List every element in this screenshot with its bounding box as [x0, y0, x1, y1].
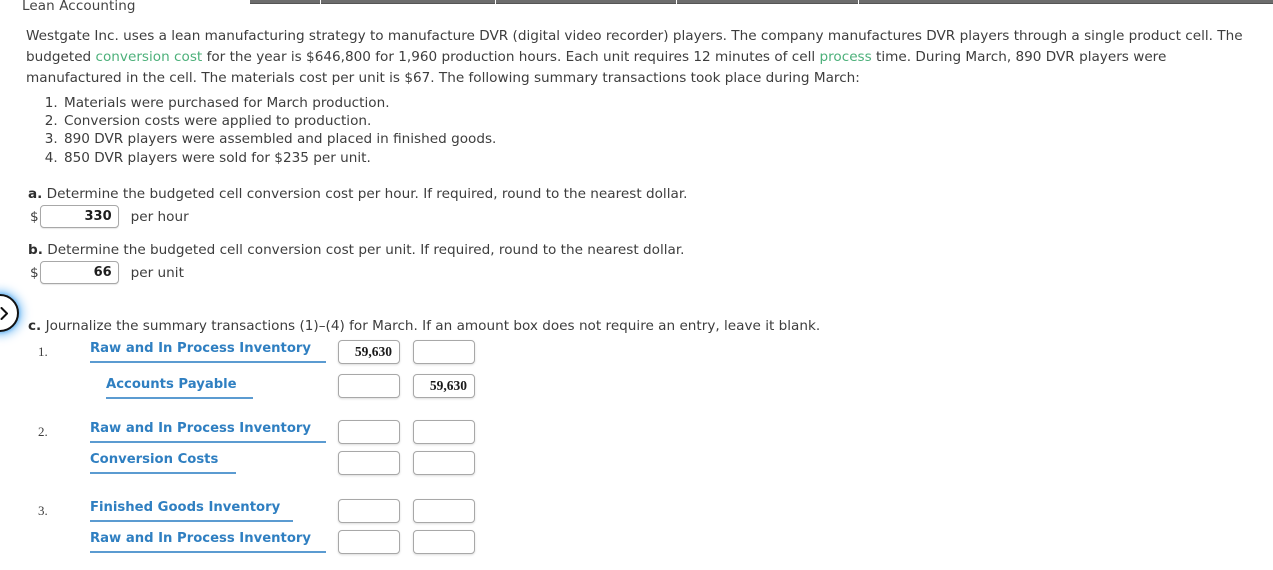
debit-amount-2b[interactable]: [338, 451, 400, 475]
account-select-2a[interactable]: Raw and In Process Inventory: [90, 420, 326, 443]
question-part-b: b. Determine the budgeted cell conversio…: [28, 242, 685, 258]
unit-label-per-unit: per unit: [130, 264, 184, 281]
currency-symbol: $: [30, 208, 39, 225]
part-a-label: a.: [28, 186, 43, 202]
top-tab-strip: [0, 0, 1273, 5]
answer-row-a: $ per hour: [30, 205, 189, 228]
credit-amount-2a[interactable]: [413, 420, 475, 444]
process-link[interactable]: process: [819, 49, 871, 65]
top-tab-separator: [320, 0, 321, 5]
credit-amount-1a[interactable]: [413, 340, 475, 364]
currency-symbol: $: [30, 264, 39, 281]
page-title: Lean Accounting: [22, 0, 136, 14]
list-item: 850 DVR players were sold for $235 per u…: [62, 149, 496, 167]
transaction-list: Materials were purchased for March produ…: [26, 94, 496, 167]
conversion-cost-link[interactable]: conversion cost: [96, 49, 203, 65]
conversion-cost-per-hour-input[interactable]: [39, 205, 119, 228]
table-row: Raw and In Process Inventory: [0, 530, 560, 570]
list-item: Materials were purchased for March produ…: [62, 94, 496, 112]
debit-amount-3a[interactable]: [338, 499, 400, 523]
answer-row-b: $ per unit: [30, 261, 184, 284]
problem-statement: Westgate Inc. uses a lean manufacturing …: [26, 26, 1258, 89]
table-row: Conversion Costs: [0, 451, 560, 499]
part-b-text: Determine the budgeted cell conversion c…: [47, 242, 685, 258]
unit-label-per-hour: per hour: [130, 208, 189, 225]
part-b-label: b.: [28, 242, 43, 258]
table-row: 1. Raw and In Process Inventory: [0, 340, 560, 372]
account-select-3a[interactable]: Finished Goods Inventory: [90, 499, 293, 522]
entry-number: 1.: [38, 344, 48, 359]
chevron-right-icon: [0, 306, 9, 320]
previous-question-button[interactable]: [0, 294, 19, 332]
top-tab-separator: [676, 0, 677, 5]
top-tab-separator: [495, 0, 496, 5]
part-c-text: Journalize the summary transactions (1)–…: [45, 318, 821, 334]
debit-amount-1a[interactable]: [338, 340, 400, 364]
table-row: Accounts Payable: [0, 372, 560, 420]
question-part-c: c. Journalize the summary transactions (…: [28, 318, 820, 334]
debit-amount-3b[interactable]: [338, 530, 400, 554]
part-a-text: Determine the budgeted cell conversion c…: [46, 186, 688, 202]
credit-amount-1b[interactable]: [413, 374, 475, 398]
credit-amount-3b[interactable]: [413, 530, 475, 554]
top-tab-strip-bar: [250, 0, 1273, 4]
debit-amount-1b[interactable]: [338, 374, 400, 398]
list-item: Conversion costs were applied to product…: [62, 112, 496, 130]
top-tab-separator: [858, 0, 859, 5]
account-select-1b[interactable]: Accounts Payable: [106, 376, 253, 399]
entry-number: 2.: [38, 424, 48, 439]
debit-amount-2a[interactable]: [338, 420, 400, 444]
table-row: 2. Raw and In Process Inventory: [0, 420, 560, 451]
table-row: 3. Finished Goods Inventory: [0, 499, 560, 530]
entry-number: 3.: [38, 503, 48, 518]
journal-entry-table: 1. Raw and In Process Inventory Accounts…: [0, 340, 560, 570]
question-part-a: a. Determine the budgeted cell conversio…: [28, 186, 687, 202]
credit-amount-2b[interactable]: [413, 451, 475, 475]
problem-text-part2: for the year is $646,800 for 1,960 produ…: [202, 49, 820, 65]
list-item: 890 DVR players were assembled and place…: [62, 130, 496, 148]
account-select-1a[interactable]: Raw and In Process Inventory: [90, 340, 326, 363]
part-c-label: c.: [28, 318, 42, 334]
account-select-3b[interactable]: Raw and In Process Inventory: [90, 530, 326, 553]
conversion-cost-per-unit-input[interactable]: [39, 261, 119, 284]
account-select-2b[interactable]: Conversion Costs: [90, 451, 236, 474]
credit-amount-3a[interactable]: [413, 499, 475, 523]
